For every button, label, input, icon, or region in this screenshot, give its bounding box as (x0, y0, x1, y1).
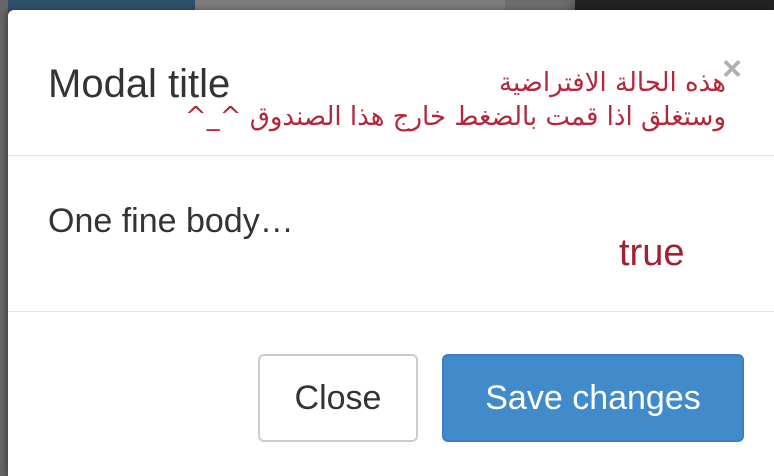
modal-header: Modal title هذه الحالة الافتراضية وستغلق… (8, 10, 774, 156)
background-left-edge (0, 0, 8, 476)
modal-dialog: Modal title هذه الحالة الافتراضية وستغلق… (8, 10, 774, 476)
close-icon[interactable]: × (722, 52, 742, 86)
close-button[interactable]: Close (258, 354, 418, 442)
modal-footer: Close Save changes (8, 312, 774, 476)
modal-body: One fine body… true (8, 156, 774, 312)
modal-note-line-2: وستغلق اذا قمت بالضغط خارج هذا الصندوق ^… (184, 102, 726, 132)
save-changes-button[interactable]: Save changes (442, 354, 744, 442)
backdrop-value-label: true (619, 232, 685, 274)
modal-note-line-1: هذه الحالة الافتراضية (499, 68, 726, 98)
modal-note: هذه الحالة الافتراضية وستغلق اذا قمت بال… (86, 66, 726, 134)
modal-body-text: One fine body… (48, 202, 294, 240)
